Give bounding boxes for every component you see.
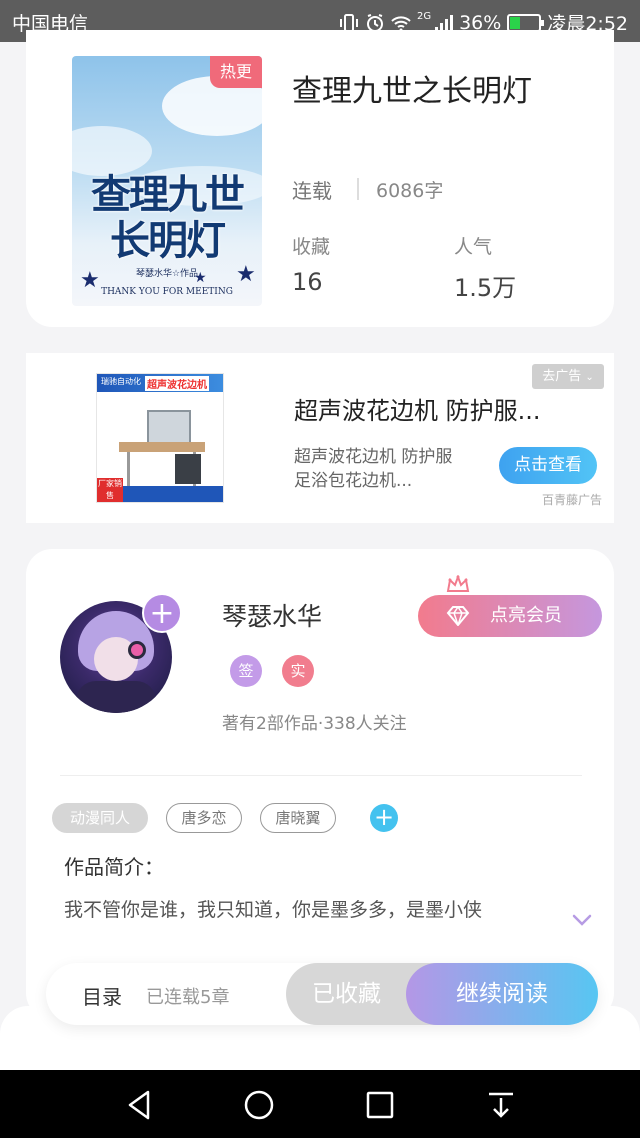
star-icon: ★ bbox=[80, 268, 100, 293]
favorites-label: 收藏 bbox=[292, 236, 331, 258]
recents-icon[interactable] bbox=[363, 1088, 397, 1122]
battery-icon bbox=[507, 13, 545, 32]
ad-image-badge: 厂家销售 bbox=[97, 478, 123, 502]
bottom-action-bar: 目录 已连载5章 已收藏 继续阅读 bbox=[46, 963, 598, 1025]
signed-badge: 签 bbox=[230, 655, 262, 687]
popularity-label: 人气 bbox=[454, 236, 493, 258]
avatar-body bbox=[76, 681, 156, 713]
author-stats: 著有2部作品·338人关注 bbox=[222, 714, 407, 734]
network-type: 2G bbox=[416, 11, 432, 22]
ad-description: 超声波花边机 防护服足浴包花边机... bbox=[294, 447, 453, 491]
battery-fill bbox=[510, 16, 521, 29]
favorites-value: 16 bbox=[292, 268, 323, 296]
cover-title-line2: 长明灯 bbox=[110, 217, 226, 264]
ad-machine-shape bbox=[147, 410, 191, 444]
ad-card[interactable]: 瑞驰自动化 超声波花边机 厂家销售 去广告 ⌄ 超声波花边机 防护服... 超声… bbox=[26, 353, 614, 523]
ad-source: 百青藤广告 bbox=[542, 493, 603, 507]
hot-update-badge: 热更 bbox=[210, 56, 262, 88]
expand-chevron-icon[interactable] bbox=[572, 913, 592, 927]
tag-chip[interactable]: 动漫同人 bbox=[52, 803, 148, 833]
author-name[interactable]: 琴瑟水华 bbox=[222, 597, 322, 633]
vip-button-label: 点亮会员 bbox=[490, 605, 562, 626]
cover-byline: 琴瑟水华☆作品 bbox=[135, 269, 199, 279]
divider bbox=[357, 178, 359, 200]
remove-ad-label: 去广告 bbox=[542, 369, 582, 384]
book-cover[interactable]: 查理九世 长明灯 琴瑟水华☆作品 THANK YOU FOR MEETING ★… bbox=[72, 56, 262, 306]
remove-ad-button[interactable]: 去广告 ⌄ bbox=[532, 364, 604, 389]
author-card: + 琴瑟水华 签 实 著有2部作品·338人关注 点亮会员 动漫同人 唐多恋 唐… bbox=[26, 549, 614, 1019]
continue-reading-button[interactable]: 继续阅读 bbox=[406, 963, 598, 1025]
diamond-icon bbox=[446, 606, 470, 626]
ad-image-headline: 超声波花边机 bbox=[145, 376, 209, 391]
chevron-down-icon: ⌄ bbox=[585, 372, 594, 383]
ad-table-shape bbox=[119, 442, 205, 452]
notification-pull-icon[interactable] bbox=[484, 1088, 518, 1122]
verified-badge: 实 bbox=[282, 655, 314, 687]
vip-button[interactable]: 点亮会员 bbox=[418, 595, 602, 637]
add-tag-button[interactable]: + bbox=[370, 804, 398, 832]
tag-chip[interactable]: 唐晓翼 bbox=[260, 803, 336, 833]
ad-title: 超声波花边机 防护服... bbox=[294, 397, 541, 425]
intro-text: 我不管你是谁，我只知道，你是墨多多，是墨小侠 bbox=[64, 899, 483, 921]
intro-label: 作品简介： bbox=[64, 855, 164, 879]
book-title: 查理九世之长明灯 bbox=[292, 74, 532, 109]
headphones-icon bbox=[128, 641, 146, 659]
ad-view-button[interactable]: 点击查看 bbox=[499, 447, 597, 484]
ad-table-leg bbox=[127, 452, 130, 488]
crown-icon bbox=[446, 575, 470, 592]
book-status: 连载 bbox=[292, 179, 332, 203]
ad-cabinet-shape bbox=[175, 454, 201, 484]
book-info-card: 查理九世 长明灯 琴瑟水华☆作品 THANK YOU FOR MEETING ★… bbox=[26, 30, 614, 327]
ad-image[interactable]: 瑞驰自动化 超声波花边机 厂家销售 bbox=[96, 373, 224, 503]
word-count: 6086字 bbox=[376, 180, 444, 202]
star-icon: ★ bbox=[236, 262, 256, 287]
toc-button[interactable]: 目录 bbox=[82, 981, 122, 1010]
follow-plus-button[interactable]: + bbox=[142, 593, 182, 633]
chapter-count: 已连载5章 bbox=[146, 987, 230, 1008]
cover-tagline: THANK YOU FOR MEETING bbox=[101, 287, 233, 297]
home-icon[interactable] bbox=[242, 1088, 276, 1122]
back-icon[interactable] bbox=[122, 1088, 156, 1122]
divider bbox=[60, 775, 582, 776]
ad-image-brand: 瑞驰自动化 bbox=[101, 377, 141, 386]
system-nav-bar bbox=[0, 1070, 640, 1138]
tag-chip[interactable]: 唐多恋 bbox=[166, 803, 242, 833]
popularity-value: 1.5万 bbox=[454, 274, 517, 302]
star-icon: ★ bbox=[194, 270, 207, 286]
